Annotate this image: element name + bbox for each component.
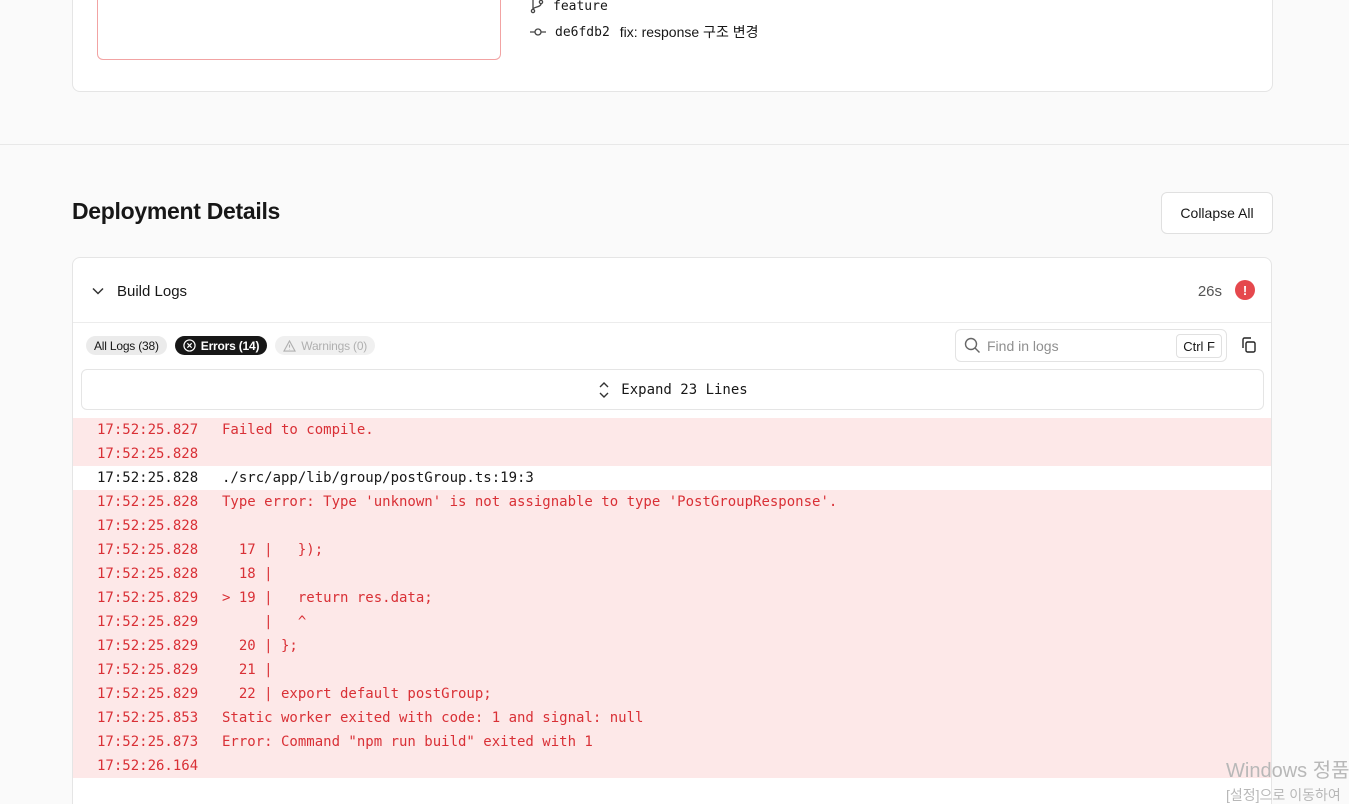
expand-chevrons-icon (599, 381, 609, 398)
branch-name[interactable]: feature (553, 0, 608, 14)
log-timestamp: 17:52:25.829 (97, 662, 199, 678)
log-timestamp: 17:52:25.853 (97, 710, 199, 726)
error-exclamation-icon: ! (1235, 280, 1255, 300)
log-message: 21 | (222, 662, 273, 678)
log-line: 17:52:25.853 Static worker exited with co… (73, 706, 1271, 730)
windows-activation-watermark: Windows 정품 [설정]으로 이동하여 (1226, 754, 1349, 804)
deployment-summary-card: feature de6fdb2 fix: response 구조 변경 (72, 0, 1273, 92)
filter-errors-label: Errors (14) (200, 338, 260, 353)
log-message: > 19 | return res.data; (222, 590, 433, 606)
watermark-line2: [설정]으로 이동하여 (1226, 787, 1341, 803)
log-filters: All Logs (38) Errors (14) Warnings (0) (86, 336, 376, 355)
branch-row[interactable]: feature (529, 0, 610, 14)
warning-triangle-icon (283, 339, 297, 352)
log-timestamp: 17:52:25.828 (97, 566, 199, 582)
filter-all-label: All Logs (38) (94, 338, 159, 353)
log-line: 17:52:25.828 18 | (73, 562, 1271, 586)
git-commit-icon (530, 28, 546, 36)
log-timestamp: 17:52:25.828 (97, 518, 199, 534)
log-message: 17 | }); (222, 542, 324, 558)
log-timestamp: 17:52:26.164 (97, 758, 199, 774)
section-divider (0, 144, 1349, 145)
commit-message: fix: response 구조 변경 (619, 24, 759, 40)
commit-row[interactable]: de6fdb2 fix: response 구조 변경 (529, 22, 758, 42)
expand-lines-button[interactable]: Expand 23 Lines (81, 369, 1264, 410)
log-line: 17:52:25.828 (73, 442, 1271, 466)
log-message: Error: Command "npm run build" exited wi… (222, 734, 593, 750)
log-timestamp: 17:52:25.827 (97, 422, 199, 438)
log-line: 17:52:25.828 17 | }); (73, 538, 1271, 562)
build-logs-panel: Build Logs 26s ! All Logs (38) Errors (1… (72, 257, 1272, 804)
log-lines: 17:52:25.827 Failed to compile. 17:52:25.8… (73, 418, 1271, 778)
build-logs-header[interactable]: Build Logs 26s ! (73, 258, 1271, 323)
log-line: 17:52:25.829 22 | export default postGro… (73, 682, 1271, 706)
filter-warnings[interactable]: Warnings (0) (275, 336, 376, 355)
deployment-preview[interactable] (97, 0, 501, 60)
log-line: 17:52:25.828 ./src/app/lib/group/postGrou… (73, 466, 1271, 490)
log-message: 18 | (222, 566, 273, 582)
log-message: 20 | }; (222, 638, 298, 654)
log-line: 17:52:25.828 Type error: Type 'unknown' i… (73, 490, 1271, 514)
log-line: 17:52:25.829 20 | }; (73, 634, 1271, 658)
expand-lines-label: Expand 23 Lines (621, 381, 748, 398)
log-line: 17:52:25.827 Failed to compile. (73, 418, 1271, 442)
filter-errors[interactable]: Errors (14) (174, 336, 268, 355)
log-line: 17:52:26.164 (73, 754, 1271, 778)
build-logs-title: Build Logs (117, 283, 188, 300)
log-timestamp: 17:52:25.828 (97, 470, 199, 486)
log-message: Static worker exited with code: 1 and si… (222, 710, 644, 726)
collapse-all-button[interactable]: Collapse All (1161, 192, 1273, 234)
log-timestamp: 17:52:25.873 (97, 734, 199, 750)
log-line: 17:52:25.829 | ^ (73, 610, 1271, 634)
log-line: 17:52:25.829 21 | (73, 658, 1271, 682)
log-timestamp: 17:52:25.829 (97, 614, 199, 630)
log-timestamp: 17:52:25.829 (97, 638, 199, 654)
log-message: | ^ (222, 614, 307, 630)
log-timestamp: 17:52:25.828 (97, 446, 199, 462)
log-message: Type error: Type 'unknown' is not assign… (222, 494, 838, 510)
search-input[interactable] (987, 337, 1157, 354)
log-timestamp: 17:52:25.829 (97, 590, 199, 606)
log-search[interactable]: Ctrl F (955, 329, 1227, 362)
log-line: 17:52:25.828 (73, 514, 1271, 538)
search-shortcut: Ctrl F (1176, 334, 1222, 358)
build-duration: 26s (1197, 283, 1222, 300)
log-message: Failed to compile. (222, 422, 374, 438)
log-message: 22 | export default postGroup; (222, 686, 492, 702)
copy-icon[interactable] (1240, 336, 1258, 354)
log-timestamp: 17:52:25.829 (97, 686, 199, 702)
log-line: 17:52:25.829 > 19 | return res.data; (73, 586, 1271, 610)
log-timestamp: 17:52:25.828 (97, 542, 199, 558)
log-line: 17:52:25.873 Error: Command "npm run buil… (73, 730, 1271, 754)
watermark-line1: Windows 정품 (1226, 760, 1349, 782)
log-message: ./src/app/lib/group/postGroup.ts:19:3 (222, 470, 534, 486)
chevron-down-icon[interactable] (91, 284, 105, 298)
commit-hash[interactable]: de6fdb2 (555, 25, 610, 40)
git-branch-icon (530, 0, 544, 14)
search-icon (964, 337, 980, 353)
page-title: Deployment Details (72, 198, 281, 224)
filter-warnings-label: Warnings (0) (301, 338, 368, 353)
error-circle-x-icon (183, 339, 196, 352)
filter-all-logs[interactable]: All Logs (38) (86, 336, 167, 355)
log-timestamp: 17:52:25.828 (97, 494, 199, 510)
